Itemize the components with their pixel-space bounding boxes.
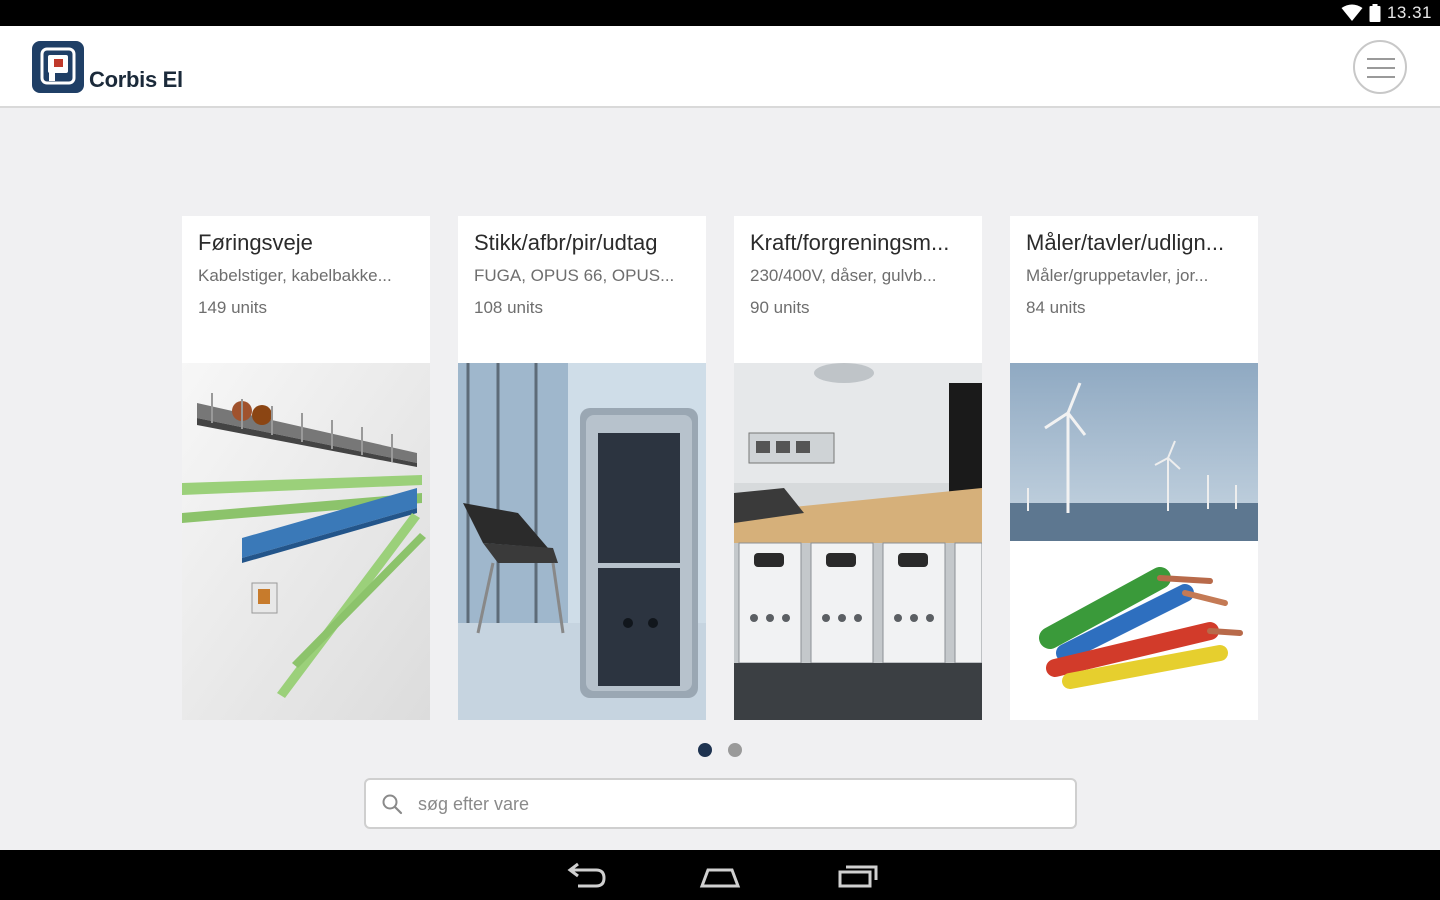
- home-icon[interactable]: [690, 860, 750, 892]
- hamburger-menu-icon: [1367, 58, 1395, 60]
- hamburger-menu-button[interactable]: [1353, 40, 1407, 94]
- card-title: Kraft/forgreningsm...: [750, 230, 950, 255]
- corbis-logo-icon[interactable]: [32, 41, 84, 93]
- hamburger-line: [1367, 67, 1395, 69]
- card-subtitle: Måler/gruppetavler, jor...: [1026, 266, 1209, 285]
- pager-dot-2[interactable]: [728, 743, 742, 757]
- system-nav-bar: [0, 850, 1440, 900]
- card-count: 84 units: [1026, 298, 1086, 317]
- pager-dot-1[interactable]: [698, 743, 712, 757]
- card-subtitle: Kabelstiger, kabelbakke...: [198, 266, 392, 285]
- search-box[interactable]: [364, 778, 1077, 829]
- cable-trays-image: [182, 363, 430, 720]
- back-icon[interactable]: [556, 860, 616, 892]
- motor-protection-switches-image: [734, 363, 982, 720]
- search-input[interactable]: [418, 788, 1058, 820]
- status-bar: 13.31: [0, 0, 1440, 26]
- app-header: Corbis El: [0, 26, 1440, 108]
- card-title: Måler/tavler/udlign...: [1026, 230, 1225, 255]
- status-time: 13.31: [1386, 3, 1432, 22]
- category-card-kraft[interactable]: Kraft/forgreningsm... 230/400V, dåser, g…: [734, 216, 982, 720]
- search-icon: [382, 794, 403, 815]
- card-count: 108 units: [474, 298, 543, 317]
- wall-switch-socket-image: [458, 363, 706, 720]
- app-title: Corbis El: [89, 67, 183, 92]
- wind-turbines-and-cables-image: [1010, 363, 1258, 720]
- recent-apps-icon[interactable]: [826, 860, 886, 892]
- status-icons: 13.31: [1341, 3, 1432, 23]
- category-card-maler[interactable]: Måler/tavler/udlign... Måler/gruppetavle…: [1010, 216, 1258, 720]
- card-title: Stikk/afbr/pir/udtag: [474, 230, 658, 255]
- card-count: 149 units: [198, 298, 267, 317]
- battery-icon: [1369, 4, 1381, 22]
- category-card-stikk[interactable]: Stikk/afbr/pir/udtag FUGA, OPUS 66, OPUS…: [458, 216, 706, 720]
- card-subtitle: 230/400V, dåser, gulvb...: [750, 266, 937, 285]
- wifi-icon: [1341, 4, 1363, 21]
- card-title: Føringsveje: [198, 230, 313, 255]
- card-count: 90 units: [750, 298, 810, 317]
- category-card-foringsveje[interactable]: Føringsveje Kabelstiger, kabelbakke... 1…: [182, 216, 430, 720]
- card-subtitle: FUGA, OPUS 66, OPUS...: [474, 266, 675, 285]
- hamburger-line: [1367, 76, 1395, 78]
